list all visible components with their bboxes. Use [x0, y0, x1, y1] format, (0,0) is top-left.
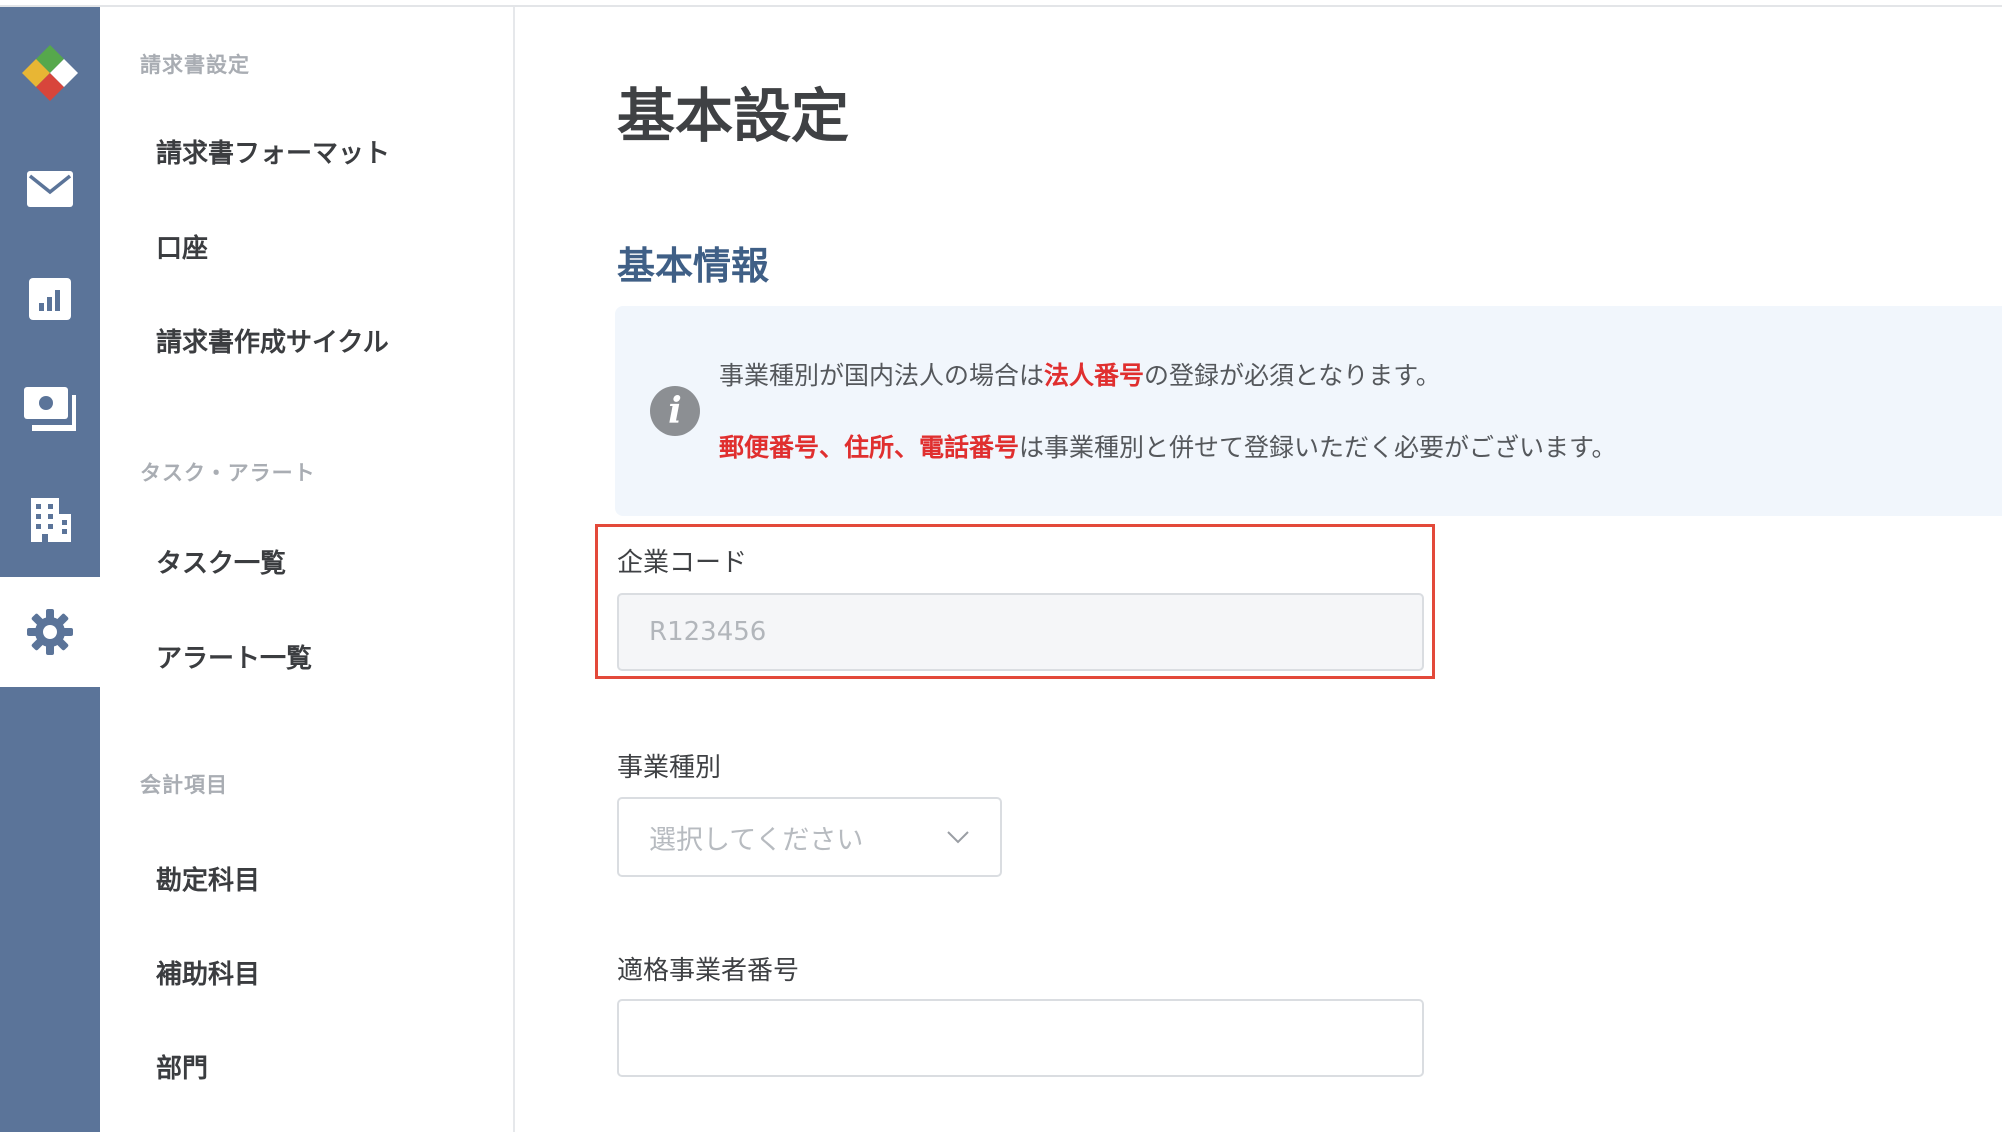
info-emphasis-corporate-number: 法人番号 — [1044, 361, 1145, 390]
building-icon[interactable] — [0, 464, 100, 574]
subnav-heading-accounting: 会計項目 — [140, 773, 228, 797]
subnav-item-accounts[interactable]: 勘定科目 — [156, 860, 260, 897]
company-code-value: R123456 — [649, 617, 767, 647]
main-content: 基本設定 基本情報 i 事業種別が国内法人の場合は法人番号の登録が必須となります… — [517, 7, 2002, 1132]
invoice-number-label: 適格事業者番号 — [617, 956, 800, 986]
section-title: 基本情報 — [617, 244, 770, 288]
info-icon: i — [650, 386, 700, 436]
business-type-label: 事業種別 — [617, 753, 722, 783]
app-icon-rail — [0, 7, 100, 1132]
subnav-heading-tasks: タスク・アラート — [140, 461, 316, 485]
gear-icon[interactable] — [0, 577, 100, 687]
info-line-2: 郵便番号、住所、電話番号は事業種別と併せて登録いただく必要がございます。 — [719, 433, 1617, 462]
payment-icon[interactable] — [0, 354, 100, 464]
subnav-item-departments[interactable]: 部門 — [156, 1048, 208, 1085]
subnav-item-task-list[interactable]: タスク一覧 — [156, 543, 286, 580]
subnav-item-sub-accounts[interactable]: 補助科目 — [156, 954, 260, 991]
chevron-down-icon — [947, 831, 969, 844]
app-logo-icon[interactable] — [0, 17, 100, 127]
settings-subnav: 請求書設定 請求書フォーマット 口座 請求書作成サイクル タスク・アラート タス… — [100, 7, 515, 1132]
subnav-heading-invoice: 請求書設定 — [140, 53, 250, 77]
info-line-1: 事業種別が国内法人の場合は法人番号の登録が必須となります。 — [719, 361, 1441, 390]
page-title: 基本設定 — [617, 82, 850, 150]
company-code-field: R123456 — [617, 593, 1424, 671]
info-emphasis-contact-fields: 郵便番号、住所、電話番号 — [719, 433, 1020, 462]
info-notice: i 事業種別が国内法人の場合は法人番号の登録が必須となります。 郵便番号、住所、… — [615, 306, 2002, 516]
top-border — [0, 0, 2002, 7]
subnav-item-bank-account[interactable]: 口座 — [156, 228, 208, 265]
company-code-label: 企業コード — [617, 548, 748, 578]
subnav-item-alert-list[interactable]: アラート一覧 — [156, 638, 312, 675]
subnav-item-invoice-format[interactable]: 請求書フォーマット — [156, 133, 390, 170]
business-type-placeholder: 選択してください — [649, 824, 864, 856]
chart-icon[interactable] — [0, 244, 100, 354]
business-type-select[interactable]: 選択してください — [617, 797, 1002, 877]
subnav-item-invoice-cycle[interactable]: 請求書作成サイクル — [156, 322, 389, 359]
mail-icon[interactable] — [0, 134, 100, 244]
invoice-number-input[interactable] — [617, 999, 1424, 1077]
